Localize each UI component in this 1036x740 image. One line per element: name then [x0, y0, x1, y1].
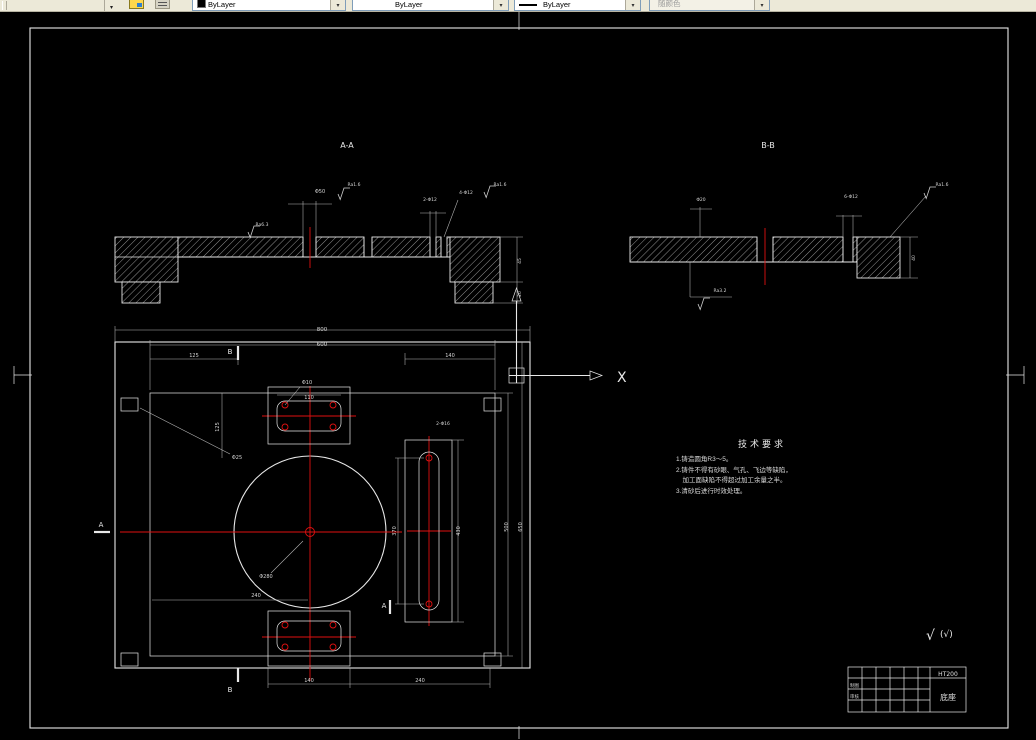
plotstyle-combo-arrow-icon: ▾: [754, 0, 769, 10]
dim-label: 140: [445, 353, 455, 359]
layer-properties-icon[interactable]: [155, 0, 170, 9]
dim-label: 4-Φ12: [459, 190, 473, 196]
ucs-icon: X: [508, 286, 627, 386]
lineweight-combo[interactable]: ByLayer ▾: [514, 0, 641, 11]
tech-req-line: 1.铸造圆角R3～5。: [676, 455, 733, 463]
drawn-by-label: 制图: [850, 682, 859, 689]
part-name-cell: 底座: [940, 692, 956, 702]
dim-label: B: [228, 348, 233, 356]
properties-toolbar: ▾ ByLayer ▾ ByLayer ▾ ByLayer ▾ 随颜色 ▾: [0, 0, 1036, 12]
plotstyle-combo-value: 随颜色: [658, 0, 681, 8]
dim-label: A-A: [340, 141, 354, 150]
surface-finish-symbol: √: [926, 628, 935, 644]
lineweight-combo-value: ByLayer: [543, 0, 571, 9]
dim-label: 240: [415, 678, 425, 684]
checked-by-label: 审核: [850, 693, 859, 700]
section-view-a-a: [114, 185, 523, 304]
section-view-b-b: [629, 186, 936, 311]
dim-label: 600: [317, 342, 328, 348]
ucs-x-label: X: [617, 370, 627, 386]
dim-label: A: [99, 521, 104, 529]
color-combo-value: ByLayer: [208, 0, 236, 9]
dim-label: 800: [317, 327, 328, 333]
dim-label: 140: [304, 678, 314, 684]
dim-label: B-B: [761, 141, 775, 150]
linetype-combo-arrow-icon[interactable]: ▾: [493, 0, 508, 10]
dim-label: 20: [517, 291, 523, 297]
drawing-canvas[interactable]: X HT200 底座 制图 审核 √ (√) A-A Φ50 Ra1.6 2-Φ12 4…: [0, 0, 1036, 740]
dim-label: 45: [517, 258, 523, 264]
tech-req-body: 1.铸造圆角R3～5。 2.铸件不得有砂眼、气孔、飞边等缺陷， 加工面缺陷不得超过…: [676, 455, 848, 498]
surface-finish-others-symbol: (√): [940, 629, 953, 640]
dimension-labels: A-A Φ50 Ra1.6 2-Φ12 4-Φ12 Ra1.6 Ra6.3 45 20 B-B Φ2…: [99, 141, 949, 694]
dim-label: Ra6.3: [256, 222, 269, 228]
dim-label: 500: [504, 522, 510, 532]
dim-label: Φ50: [315, 189, 325, 195]
dim-label: 6-Φ12: [844, 194, 858, 200]
dim-label: 650: [518, 522, 524, 532]
dim-label: Φ20: [696, 197, 705, 203]
material-cell: HT200: [938, 671, 958, 678]
tech-req-line: 加工面缺陷不得超过加工余量之半。: [676, 477, 787, 485]
dim-label: 125: [189, 353, 199, 359]
linetype-combo-value: ByLayer: [395, 0, 423, 9]
toolbar-overflow-icon[interactable]: ▾: [110, 4, 113, 11]
tech-req-line: 3.清砂后进行时效处理。: [676, 488, 747, 495]
dim-label: 110: [304, 395, 314, 401]
color-combo-arrow-icon[interactable]: ▾: [330, 0, 345, 10]
dim-label: Ra1.6: [494, 182, 507, 188]
dim-label: 125: [215, 422, 221, 432]
dim-label: Φ10: [302, 380, 312, 386]
color-swatch-icon: [197, 0, 206, 8]
dim-label: 370: [392, 526, 398, 536]
surface-finish-note: √ (√): [926, 628, 953, 644]
tech-req-title: 技术要求: [737, 439, 786, 449]
dim-label: 40: [911, 255, 917, 261]
dim-label: 430: [456, 526, 462, 536]
dim-label: 2-Φ12: [423, 197, 437, 203]
title-block: HT200 底座 制图 审核: [847, 666, 967, 713]
technical-requirements: 技术要求 1.铸造圆角R3～5。 2.铸件不得有砂眼、气孔、飞边等缺陷， 加工面缺…: [676, 437, 848, 498]
toolbar-grip[interactable]: [2, 1, 7, 10]
dim-label: Ra1.6: [348, 182, 361, 188]
lineweight-combo-arrow-icon[interactable]: ▾: [625, 0, 640, 10]
plotstyle-combo: 随颜色 ▾: [649, 0, 770, 11]
linetype-combo[interactable]: ByLayer ▾: [352, 0, 509, 11]
dim-label: B: [228, 686, 233, 694]
dim-label: Ra1.6: [936, 182, 949, 188]
toolbar-separator: [104, 0, 105, 11]
dim-label: 2-Φ16: [436, 421, 450, 427]
dim-label: 240: [251, 593, 261, 599]
dim-label: A: [382, 602, 387, 610]
dim-label: Ra3.2: [714, 288, 727, 294]
lineweight-sample-icon: [519, 4, 537, 6]
make-layer-current-icon[interactable]: [129, 0, 144, 9]
dim-label: Φ280: [259, 574, 272, 580]
dim-label: Φ25: [232, 455, 242, 461]
tech-req-line: 2.铸件不得有砂眼、气孔、飞边等缺陷，: [676, 466, 792, 474]
color-combo[interactable]: ByLayer ▾: [192, 0, 346, 11]
